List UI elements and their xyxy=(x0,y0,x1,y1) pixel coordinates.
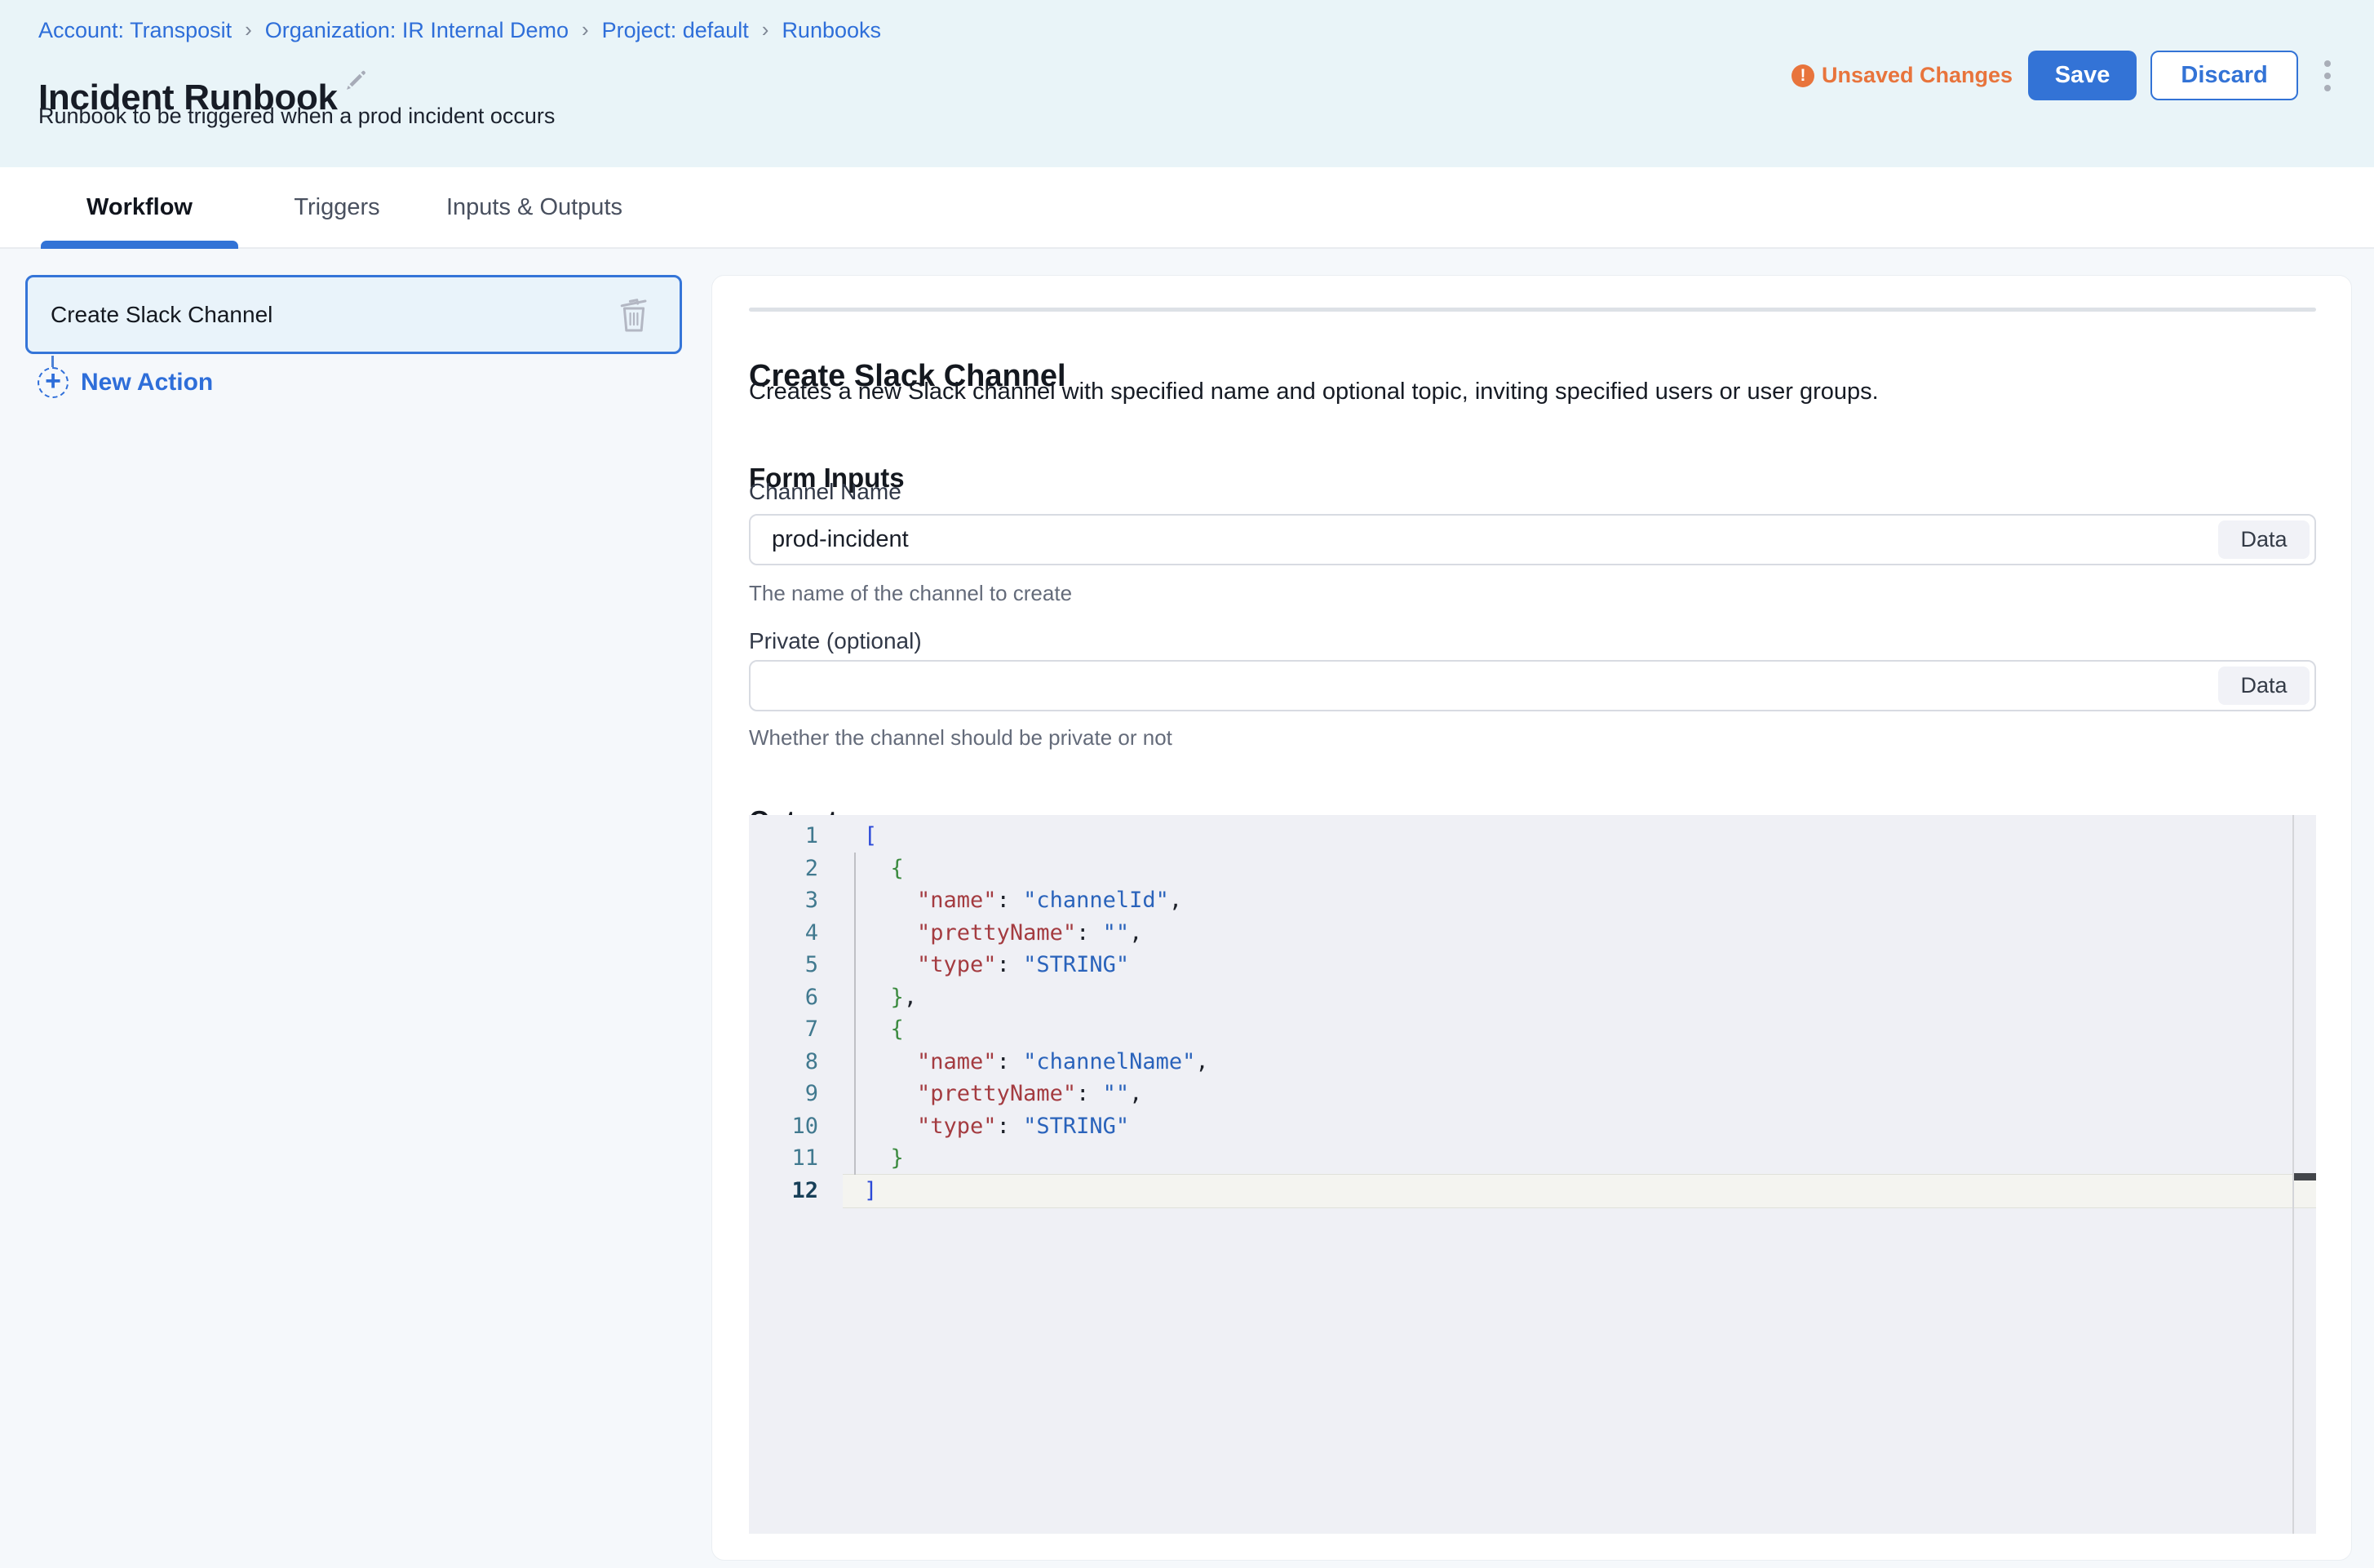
page-subtitle: Runbook to be triggered when a prod inci… xyxy=(38,104,555,129)
channel-name-data-button[interactable]: Data xyxy=(2218,520,2310,559)
line-number: 7 xyxy=(749,1017,843,1042)
discard-button[interactable]: Discard xyxy=(2150,51,2298,100)
active-tab-underline xyxy=(41,241,238,249)
breadcrumb-runbooks[interactable]: Runbooks xyxy=(782,18,881,43)
delete-action-button[interactable] xyxy=(613,290,655,339)
code-line[interactable]: 3 "name": "channelId", xyxy=(749,884,2316,917)
code-line[interactable]: 12] xyxy=(749,1175,2316,1207)
warning-icon: ! xyxy=(1792,64,1814,87)
private-help: Whether the channel should be private or… xyxy=(749,725,1172,751)
code-line[interactable]: 8 "name": "channelName", xyxy=(749,1046,2316,1079)
workflow-action-card[interactable]: Create Slack Channel xyxy=(25,275,682,354)
line-number: 3 xyxy=(749,888,843,913)
breadcrumb-project[interactable]: Project: default xyxy=(602,18,749,43)
code-line-text: "name": "channelName", xyxy=(843,1049,1209,1074)
breadcrumb-account[interactable]: Account: Transposit xyxy=(38,18,232,43)
code-line[interactable]: 11 } xyxy=(749,1142,2316,1175)
new-action-button[interactable]: + New Action xyxy=(38,367,213,398)
code-line-text: { xyxy=(843,1017,904,1042)
new-action-label: New Action xyxy=(81,369,213,396)
line-number: 6 xyxy=(749,985,843,1010)
kebab-dot-icon xyxy=(2324,60,2331,67)
unsaved-changes-label: Unsaved Changes xyxy=(1822,63,2013,88)
code-line-text: "prettyName": "", xyxy=(843,920,1142,946)
code-line-text: [ xyxy=(843,823,877,848)
line-number: 5 xyxy=(749,952,843,977)
breadcrumb-organization[interactable]: Organization: IR Internal Demo xyxy=(265,18,569,43)
runbook-editor-screen: Account: Transposit › Organization: IR I… xyxy=(0,0,2374,1568)
code-line-text: "prettyName": "", xyxy=(843,1081,1142,1106)
edit-title-button[interactable] xyxy=(341,65,370,95)
code-line[interactable]: 9 "prettyName": "", xyxy=(749,1078,2316,1110)
code-line[interactable]: 2 { xyxy=(749,853,2316,885)
channel-name-input[interactable] xyxy=(751,516,2224,564)
outputs-code-editor[interactable]: 1[2 {3 "name": "channelId",4 "prettyName… xyxy=(749,815,2316,1534)
plus-circle-icon: + xyxy=(38,367,69,398)
code-line-text: }, xyxy=(843,985,917,1010)
tab-workflow[interactable]: Workflow xyxy=(41,167,238,247)
trash-icon xyxy=(614,327,653,339)
code-line[interactable]: 6 }, xyxy=(749,981,2316,1014)
line-number: 2 xyxy=(749,856,843,881)
pencil-icon xyxy=(341,85,370,97)
channel-name-label: Channel Name xyxy=(749,479,901,505)
code-line[interactable]: 1[ xyxy=(749,820,2316,853)
channel-name-field: Data xyxy=(749,514,2316,565)
code-line[interactable]: 5 "type": "STRING" xyxy=(749,949,2316,981)
breadcrumb: Account: Transposit › Organization: IR I… xyxy=(38,18,881,43)
private-field: Data xyxy=(749,660,2316,711)
page-header: Account: Transposit › Organization: IR I… xyxy=(0,0,2374,167)
code-line-text: "type": "STRING" xyxy=(843,952,1129,977)
code-line[interactable]: 7 { xyxy=(749,1013,2316,1046)
tab-triggers[interactable]: Triggers xyxy=(238,167,436,247)
kebab-dot-icon xyxy=(2324,85,2331,91)
line-number: 11 xyxy=(749,1145,843,1171)
line-number: 4 xyxy=(749,920,843,946)
action-detail-panel: Create Slack Channel Creates a new Slack… xyxy=(711,275,2352,1561)
kebab-dot-icon xyxy=(2324,73,2331,79)
private-label: Private (optional) xyxy=(749,628,922,654)
save-button[interactable]: Save xyxy=(2028,51,2137,100)
private-data-button[interactable]: Data xyxy=(2218,667,2310,705)
code-line-text: "type": "STRING" xyxy=(843,1114,1129,1139)
line-number: 1 xyxy=(749,823,843,848)
detail-top-divider xyxy=(749,308,2316,312)
line-number: 12 xyxy=(749,1178,843,1203)
private-input[interactable] xyxy=(751,662,2224,710)
action-card-label: Create Slack Channel xyxy=(51,302,272,328)
channel-name-help: The name of the channel to create xyxy=(749,581,1072,606)
code-line-text: "name": "channelId", xyxy=(843,888,1182,913)
header-actions: ! Unsaved Changes Save Discard xyxy=(1792,51,2336,100)
line-number: 10 xyxy=(749,1114,843,1139)
breadcrumb-separator-icon: › xyxy=(582,17,589,42)
code-line-text: { xyxy=(843,856,904,881)
code-line[interactable]: 10 "type": "STRING" xyxy=(749,1110,2316,1143)
tab-inputs-outputs[interactable]: Inputs & Outputs xyxy=(436,167,633,247)
action-description: Creates a new Slack channel with specifi… xyxy=(749,379,1879,405)
unsaved-changes-badge: ! Unsaved Changes xyxy=(1792,63,2013,88)
code-line-text: ] xyxy=(843,1178,877,1203)
code-line-text: } xyxy=(843,1145,904,1171)
tab-bar: Workflow Triggers Inputs & Outputs xyxy=(0,167,2374,249)
breadcrumb-separator-icon: › xyxy=(245,17,252,42)
breadcrumb-separator-icon: › xyxy=(762,17,769,42)
line-number: 9 xyxy=(749,1081,843,1106)
code-line[interactable]: 4 "prettyName": "", xyxy=(749,917,2316,950)
code-lines: 1[2 {3 "name": "channelId",4 "prettyName… xyxy=(749,820,2316,1207)
line-number: 8 xyxy=(749,1049,843,1074)
kebab-menu-button[interactable] xyxy=(2319,56,2336,95)
editor-scrollbar-thumb[interactable] xyxy=(2294,1173,2316,1180)
